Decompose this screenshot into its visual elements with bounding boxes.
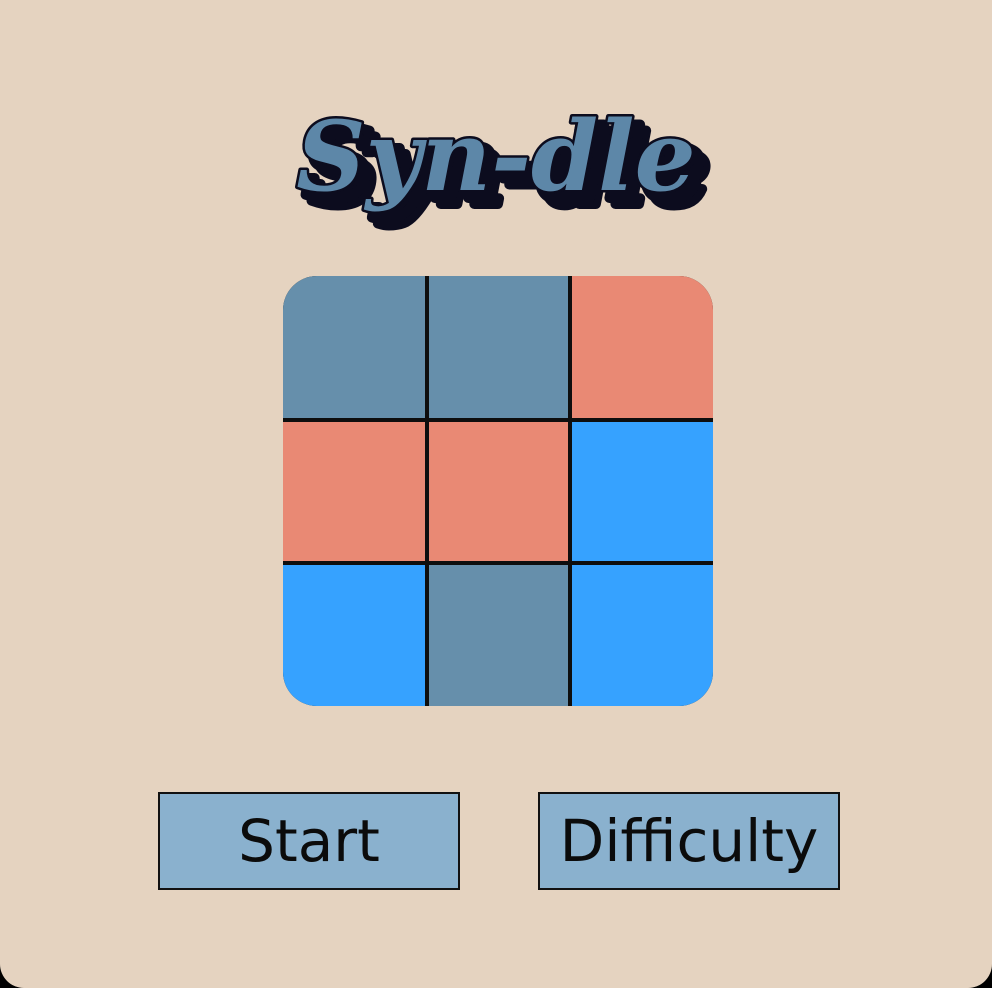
board-cell[interactable] [429,276,568,418]
game-board [283,276,713,706]
board-cell[interactable] [572,422,713,561]
start-button[interactable]: Start [158,792,460,890]
board-cell[interactable] [283,565,425,706]
difficulty-button[interactable]: Difficulty [538,792,840,890]
logo-title-text: Syn-dle [296,100,695,213]
game-logo: Syn-dle Syn-dle Syn-dle [294,98,715,233]
board-cell[interactable] [572,565,713,706]
board-cell[interactable] [283,422,425,561]
board-cell[interactable] [429,422,568,561]
game-screen: Syn-dle Syn-dle Syn-dle Start Difficulty [0,0,992,988]
board-cell[interactable] [572,276,713,418]
board-cell[interactable] [283,276,425,418]
board-cell[interactable] [429,565,568,706]
